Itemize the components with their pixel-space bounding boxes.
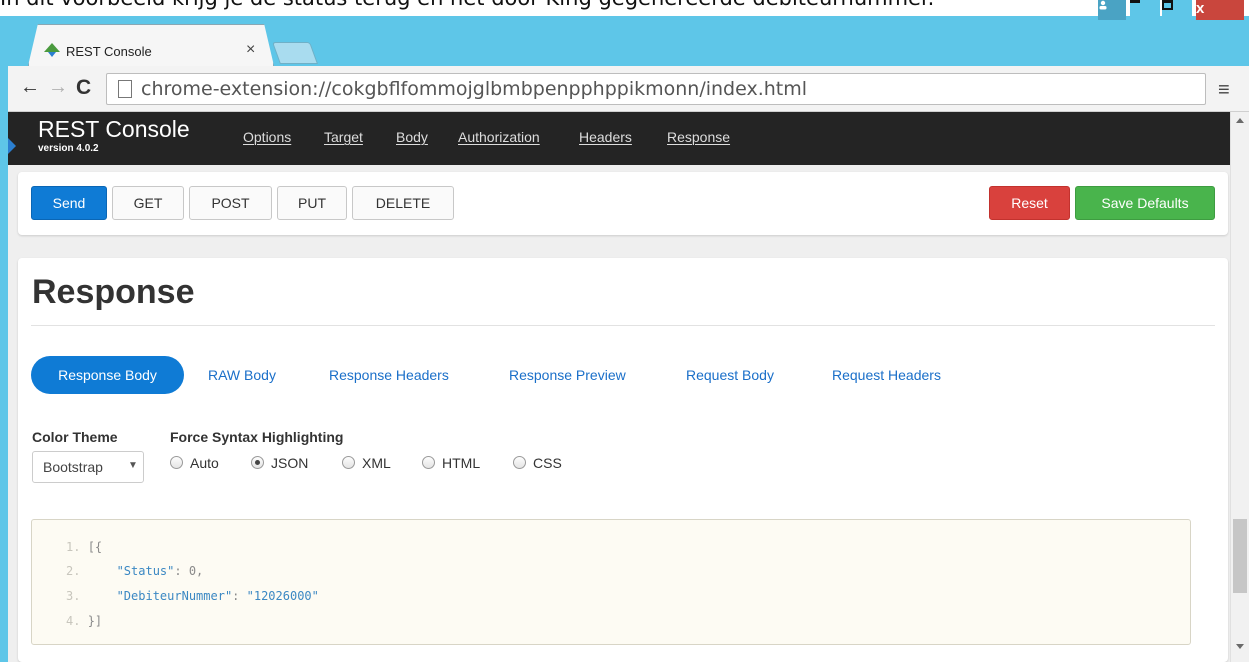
tab-request-body[interactable]: Request Body [686, 356, 774, 394]
radio-label-xml: XML [362, 455, 391, 471]
scrollbar-thumb[interactable] [1233, 519, 1247, 593]
code-sep: : [232, 589, 247, 603]
rest-console-favicon-icon [44, 43, 60, 62]
delete-button[interactable]: DELETE [352, 186, 454, 220]
page-icon [118, 80, 132, 98]
code-value: 0, [188, 564, 204, 578]
code-bracket: [{ [87, 540, 103, 554]
tab-title: REST Console [66, 44, 152, 59]
code-line-2: 2. "Status": 0, [66, 564, 203, 578]
forward-icon[interactable]: → [48, 76, 68, 99]
url-text[interactable]: chrome-extension://cokgbflfommojglbmbpen… [141, 78, 807, 100]
line-number: 3. [66, 589, 81, 603]
send-button[interactable]: Send [31, 186, 107, 220]
close-icon[interactable]: x [1196, 0, 1244, 20]
nav-link-authorization[interactable]: Authorization [458, 129, 540, 145]
tab-response-preview[interactable]: Response Preview [509, 356, 626, 394]
nav-link-body[interactable]: Body [396, 129, 428, 145]
nav-link-options[interactable]: Options [243, 129, 291, 145]
caption-text: In dit voorbeeld krijg je de status teru… [0, 0, 1249, 16]
tab-close-icon[interactable]: × [246, 41, 255, 59]
radio-json[interactable] [251, 456, 264, 469]
scroll-down-icon[interactable] [1236, 644, 1244, 649]
nav-link-target[interactable]: Target [324, 129, 363, 145]
code-sep: : [174, 564, 189, 578]
chevron-down-icon: ▼ [128, 460, 138, 471]
browser-menu-icon[interactable]: ≡ [1218, 79, 1230, 102]
tab-response-headers[interactable]: Response Headers [329, 356, 449, 394]
get-button[interactable]: GET [112, 186, 184, 220]
new-tab-button[interactable] [271, 42, 319, 64]
divider [31, 325, 1215, 326]
line-number: 4. [66, 614, 81, 628]
reload-icon[interactable]: C [76, 76, 91, 100]
radio-html[interactable] [422, 456, 435, 469]
radio-css[interactable] [513, 456, 526, 469]
app-brand[interactable]: REST Console [38, 116, 190, 143]
code-line-4: 4. }] [66, 614, 102, 628]
tab-response-body[interactable]: Response Body [31, 356, 184, 394]
code-bracket: }] [87, 614, 103, 628]
put-button[interactable]: PUT [277, 186, 347, 220]
nav-link-response[interactable]: Response [667, 129, 730, 145]
post-button[interactable]: POST [189, 186, 272, 220]
back-icon[interactable]: ← [20, 76, 40, 99]
code-key: "DebiteurNummer" [116, 589, 233, 603]
maximize-icon[interactable] [1162, 0, 1192, 20]
code-value: "12026000" [246, 589, 319, 603]
nav-link-headers[interactable]: Headers [579, 129, 632, 145]
code-line-3: 3. "DebiteurNummer": "12026000" [66, 589, 319, 603]
syntax-highlighting-label: Force Syntax Highlighting [170, 429, 344, 445]
radio-label-css: CSS [533, 455, 562, 471]
app-version: version 4.0.2 [38, 143, 99, 154]
code-key: "Status" [116, 564, 175, 578]
line-number: 1. [66, 540, 81, 554]
radio-auto[interactable] [170, 456, 183, 469]
response-title: Response [32, 273, 195, 311]
user-icon[interactable] [1098, 0, 1126, 20]
radio-label-html: HTML [442, 455, 481, 471]
tab-raw-body[interactable]: RAW Body [208, 356, 276, 394]
save-defaults-button[interactable]: Save Defaults [1075, 186, 1215, 220]
reset-button[interactable]: Reset [989, 186, 1070, 220]
radio-label-auto: Auto [190, 455, 219, 471]
line-number: 2. [66, 564, 81, 578]
color-theme-label: Color Theme [32, 429, 118, 445]
tab-request-headers[interactable]: Request Headers [832, 356, 941, 394]
brand-arrow-icon [8, 138, 16, 154]
scroll-up-icon[interactable] [1236, 118, 1244, 123]
response-code-block[interactable] [31, 519, 1191, 645]
radio-label-json: JSON [271, 455, 309, 471]
minimize-icon[interactable] [1130, 0, 1160, 20]
radio-xml[interactable] [342, 456, 355, 469]
code-line-1: 1. [{ [66, 540, 102, 554]
